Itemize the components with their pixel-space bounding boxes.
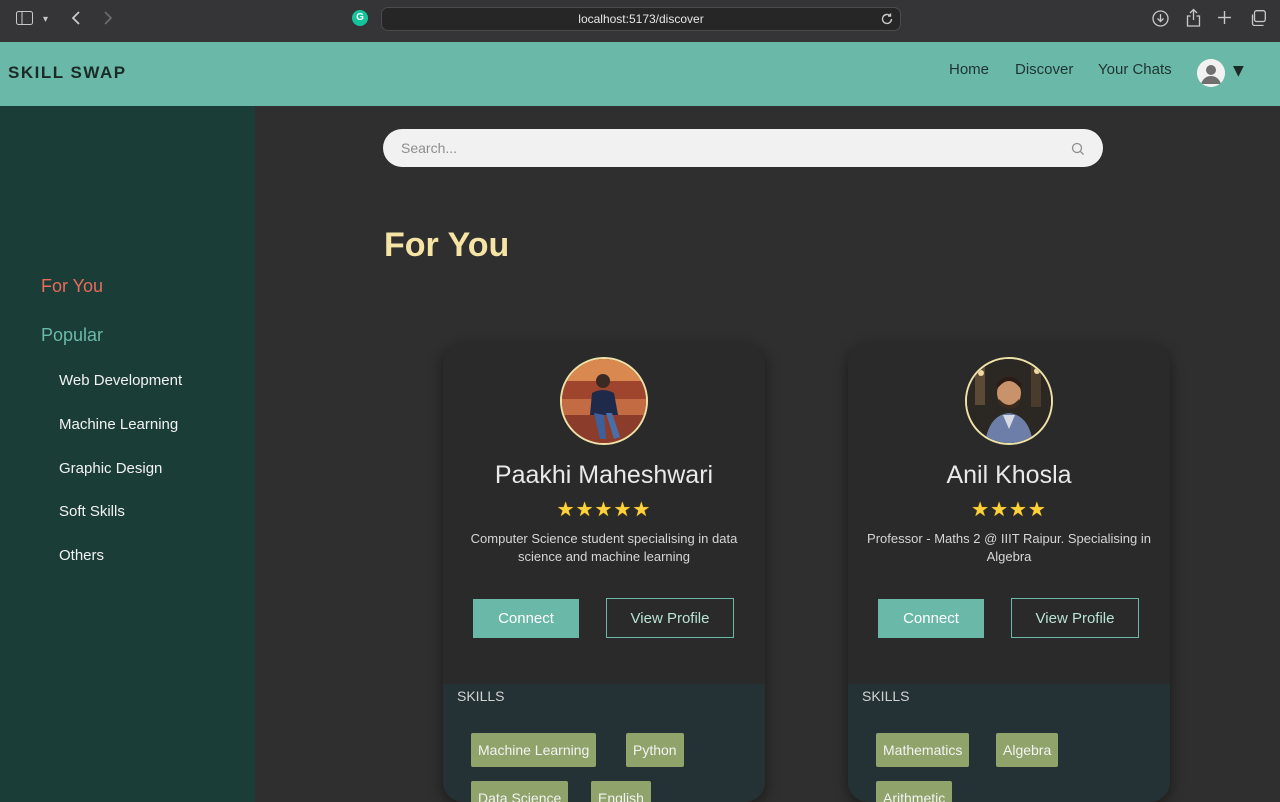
account-dropdown-caret[interactable]: ▼ [1233, 63, 1244, 79]
user-avatar-icon[interactable] [1197, 59, 1225, 87]
chevron-down-icon[interactable]: ▾ [43, 12, 48, 28]
nav-your-chats[interactable]: Your Chats [1098, 61, 1172, 78]
nav-discover[interactable]: Discover [1015, 61, 1073, 78]
skills-label: SKILLS [862, 688, 910, 704]
sidebar-item-others[interactable]: Others [59, 547, 104, 564]
new-tab-icon[interactable] [1217, 10, 1232, 28]
search-icon[interactable] [1071, 141, 1085, 160]
tab-overview-icon[interactable] [1250, 10, 1266, 29]
skills-label: SKILLS [457, 688, 505, 704]
download-icon[interactable] [1152, 10, 1169, 30]
sidebar-item-machine-learning[interactable]: Machine Learning [59, 416, 178, 433]
sidebar-item-web-development[interactable]: Web Development [59, 372, 182, 389]
profile-photo[interactable] [965, 357, 1053, 445]
browser-toolbar: ▾ G localhost:5173/discover [0, 0, 1280, 42]
skill-chip[interactable]: English [591, 781, 651, 802]
skill-chip[interactable]: Machine Learning [471, 733, 597, 767]
grammarly-extension-icon[interactable]: G [352, 10, 368, 26]
rating-stars-icon: ★★★★★ [556, 497, 652, 521]
skill-chip[interactable]: Python [626, 733, 684, 767]
sidebar-item-soft-skills[interactable]: Soft Skills [59, 503, 125, 520]
profile-photo[interactable] [560, 357, 648, 445]
connect-button[interactable]: Connect [878, 599, 984, 638]
url-text: localhost:5173/discover [578, 12, 704, 26]
sidebar-toggle-icon[interactable] [16, 11, 33, 28]
skills-panel: SKILLS Machine Learning Python Data Scie… [443, 684, 765, 802]
forward-arrow-icon[interactable] [103, 10, 113, 29]
skill-chip[interactable]: Mathematics [876, 733, 970, 767]
skills-panel: SKILLS Mathematics Algebra Arithmetic [848, 684, 1170, 802]
sidebar-item-for-you[interactable]: For You [41, 276, 103, 297]
sidebar-item-popular[interactable]: Popular [41, 325, 103, 346]
app-header: SKILL SWAP Home Discover Your Chats ▼ [0, 42, 1280, 106]
nav-home[interactable]: Home [949, 61, 989, 78]
skill-chip[interactable]: Algebra [996, 733, 1059, 767]
address-bar[interactable]: localhost:5173/discover [381, 7, 901, 31]
profile-name: Anil Khosla [946, 461, 1072, 489]
share-icon[interactable] [1186, 8, 1201, 30]
profile-bio: Computer Science student specialising in… [470, 531, 738, 564]
rating-stars-icon: ★★★★ [971, 497, 1047, 521]
skill-chip[interactable]: Data Science [471, 781, 569, 802]
sidebar-item-graphic-design[interactable]: Graphic Design [59, 460, 162, 477]
profile-bio: Professor - Maths 2 @ IIIT Raipur. Speci… [867, 531, 1151, 564]
profile-card: Paakhi Maheshwari ★★★★★ Computer Science… [443, 344, 765, 802]
view-profile-button[interactable]: View Profile [1011, 598, 1139, 638]
view-profile-button[interactable]: View Profile [606, 598, 734, 638]
profile-name: Paakhi Maheshwari [494, 461, 714, 489]
app-logo[interactable]: SKILL SWAP [8, 63, 127, 83]
reload-icon[interactable] [880, 11, 894, 30]
skill-chip[interactable]: Arithmetic [876, 781, 953, 802]
page-title: For You [384, 226, 510, 264]
sidebar: For You Popular Web Development Machine … [0, 106, 255, 802]
search-input[interactable]: Search... [383, 129, 1103, 167]
connect-button[interactable]: Connect [473, 599, 579, 638]
back-arrow-icon[interactable] [71, 10, 81, 29]
search-placeholder: Search... [401, 140, 458, 156]
profile-card: Anil Khosla ★★★★ Professor - Maths 2 @ I… [848, 344, 1170, 802]
